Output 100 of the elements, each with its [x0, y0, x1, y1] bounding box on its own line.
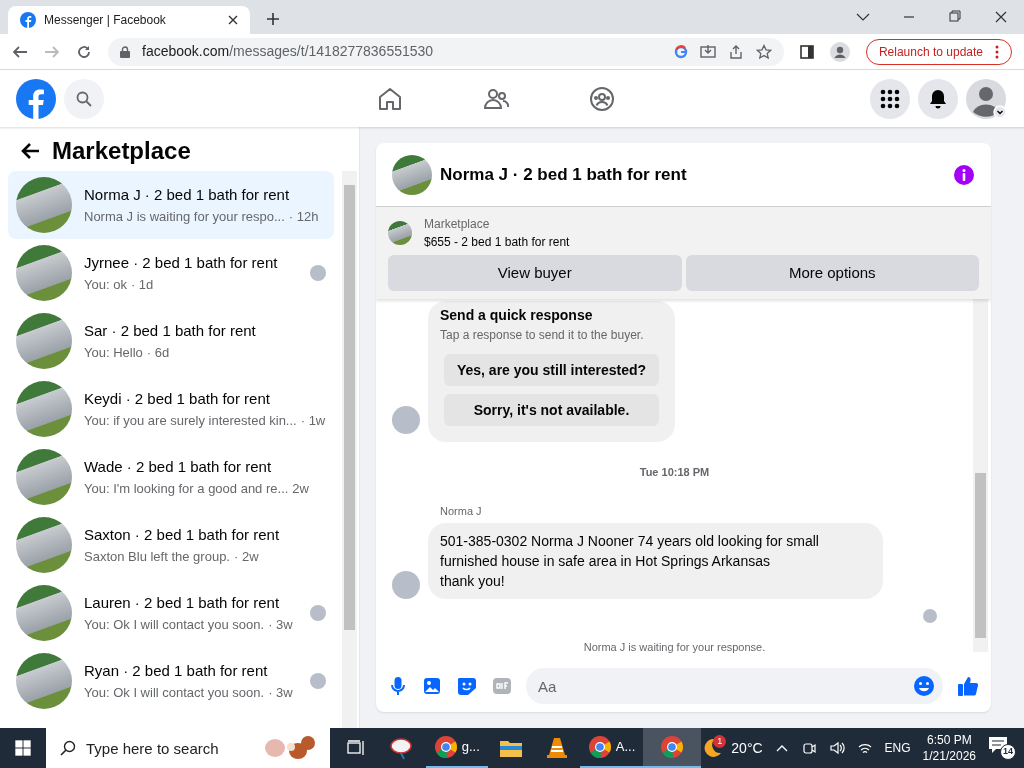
house-photo — [16, 381, 72, 437]
message-time: · 3w — [268, 683, 293, 702]
facebook-logo-icon[interactable] — [16, 78, 56, 119]
message-preview: You: ok — [84, 275, 127, 294]
microphone-icon[interactable] — [388, 676, 408, 696]
groups-icon[interactable] — [589, 85, 615, 112]
quick-response-button[interactable]: Yes, are you still interested? — [444, 354, 659, 386]
conversation-item[interactable]: Norma J · 2 bed 1 bath for rent Norma J is waiting for your respo... · 12h — [8, 171, 334, 239]
message-time: · 2w — [234, 547, 259, 566]
sidebar-title: Marketplace — [52, 136, 191, 166]
notification-badge: 1 — [713, 735, 727, 748]
google-icon[interactable] — [673, 44, 688, 59]
conversation-title: Wade · 2 bed 1 bath for rent — [84, 457, 273, 477]
scrollbar[interactable] — [973, 299, 988, 652]
chat-status: Norma J is waiting for your response. — [583, 640, 766, 655]
browser-tab[interactable]: Messenger | Facebook — [8, 6, 250, 34]
message-bubble: 501-385-0302 Norma J Nooner 74 years old looking for small furnished house in safe area in Hot Springs Arkansas thank you! — [428, 523, 883, 599]
relaunch-button[interactable]: Relaunch to update — [865, 38, 1012, 65]
reload-icon[interactable] — [76, 43, 92, 60]
info-icon[interactable] — [953, 163, 975, 186]
chevron-up-icon[interactable] — [774, 743, 789, 753]
quick-response-button[interactable]: Sorry, it's not available. — [444, 394, 659, 426]
message-preview: Saxton Blu left the group. — [84, 547, 230, 566]
chrome-icon — [587, 735, 612, 759]
install-icon[interactable] — [699, 43, 716, 60]
weather-widget[interactable]: 1 20°C — [701, 737, 763, 759]
quick-response-subtitle: Tap a response to send it to the buyer. — [440, 327, 645, 344]
sticker-icon[interactable] — [456, 676, 478, 696]
house-photo — [16, 313, 72, 369]
quick-response-title: Send a quick response — [440, 306, 594, 325]
message-time: · 12h — [288, 207, 319, 226]
conversation-title: Sar · 2 bed 1 bath for rent — [84, 321, 257, 341]
house-photo — [16, 449, 72, 505]
emoji-icon[interactable] — [913, 675, 935, 697]
thumbs-up-icon[interactable] — [957, 675, 979, 697]
avatar — [392, 571, 420, 599]
message-timestamp: Tue 10:18 PM — [639, 465, 710, 480]
house-photo — [16, 653, 72, 709]
chat-title: Norma J · 2 bed 1 bath for rent — [440, 163, 688, 186]
share-icon[interactable] — [727, 43, 744, 60]
language-indicator[interactable]: ENG — [884, 739, 911, 757]
avatar — [392, 406, 420, 434]
message-preview: You: if you are surely interested kin... — [84, 411, 297, 430]
back-arrow-icon[interactable] — [20, 142, 40, 160]
speaker-icon[interactable] — [828, 740, 845, 756]
message-time: 2w — [292, 479, 309, 498]
house-photo — [392, 154, 432, 195]
new-tab-icon[interactable] — [266, 12, 280, 26]
notifications-button[interactable] — [918, 78, 958, 119]
search-icon — [76, 90, 92, 107]
address-bar[interactable]: facebook.com/messages/t/1418277836551530 — [108, 37, 784, 66]
listing-label: Marketplace — [424, 216, 491, 233]
folder-icon — [498, 738, 523, 758]
app-label: g... — [461, 738, 480, 757]
clock-time[interactable]: 6:50 PM — [926, 732, 972, 748]
message-preview: You: Hello — [84, 343, 143, 362]
house-photo — [16, 177, 72, 233]
message-time: · 1d — [130, 275, 154, 294]
conversation-title: Jyrnee · 2 bed 1 bath for rent — [84, 253, 279, 273]
lock-icon — [120, 45, 130, 58]
bell-icon — [928, 88, 948, 109]
message-preview: You: Ok I will contact you soon. — [84, 615, 265, 634]
message-input[interactable]: Aa — [526, 668, 943, 704]
image-icon[interactable] — [422, 676, 442, 696]
back-icon[interactable] — [12, 43, 28, 60]
message-time: · 1w — [300, 411, 326, 430]
tab-title: Messenger | Facebook — [44, 12, 167, 29]
listing-action-button[interactable]: More options — [685, 255, 979, 291]
message-preview: You: Ok I will contact you soon. — [84, 683, 265, 702]
star-icon[interactable] — [755, 43, 772, 60]
close-icon[interactable] — [228, 15, 238, 25]
facebook-icon — [20, 12, 36, 28]
task-view-icon — [346, 740, 365, 756]
house-photo — [16, 585, 72, 641]
fan-icon — [388, 736, 415, 760]
house-photo — [388, 221, 412, 245]
meet-icon[interactable] — [800, 740, 817, 756]
message-time: · 3w — [268, 615, 293, 634]
side-panel-icon[interactable] — [799, 44, 814, 59]
account-avatar-icon[interactable] — [966, 78, 1008, 119]
message-time: · 6d — [146, 343, 170, 362]
menu-button[interactable] — [870, 78, 910, 119]
taskbar-search-field[interactable]: Type here to search — [46, 728, 330, 768]
profile-icon[interactable] — [829, 41, 850, 62]
seen-avatar — [923, 609, 937, 623]
scrollbar[interactable] — [342, 171, 357, 728]
conversation-title: Norma J · 2 bed 1 bath for rent — [84, 185, 291, 205]
conversation-title: Saxton · 2 bed 1 bath for rent — [84, 525, 281, 545]
search-icon — [60, 740, 76, 756]
conversation-title: Keydi · 2 bed 1 bath for rent — [84, 389, 271, 409]
clock-date[interactable]: 1/21/2026 — [922, 748, 976, 764]
conversation-title: Ryan · 2 bed 1 bath for rent — [84, 661, 269, 681]
chrome-icon — [433, 735, 458, 759]
listing-action-button[interactable]: View buyer — [388, 255, 682, 291]
search-button[interactable] — [64, 78, 104, 119]
taskbar-app[interactable]: g... — [425, 728, 488, 768]
house-photo — [16, 517, 72, 573]
listing-title: $655 - 2 bed 1 bath for rent — [424, 234, 570, 251]
home-icon[interactable] — [377, 85, 403, 112]
sender-name: Norma J — [440, 503, 483, 519]
